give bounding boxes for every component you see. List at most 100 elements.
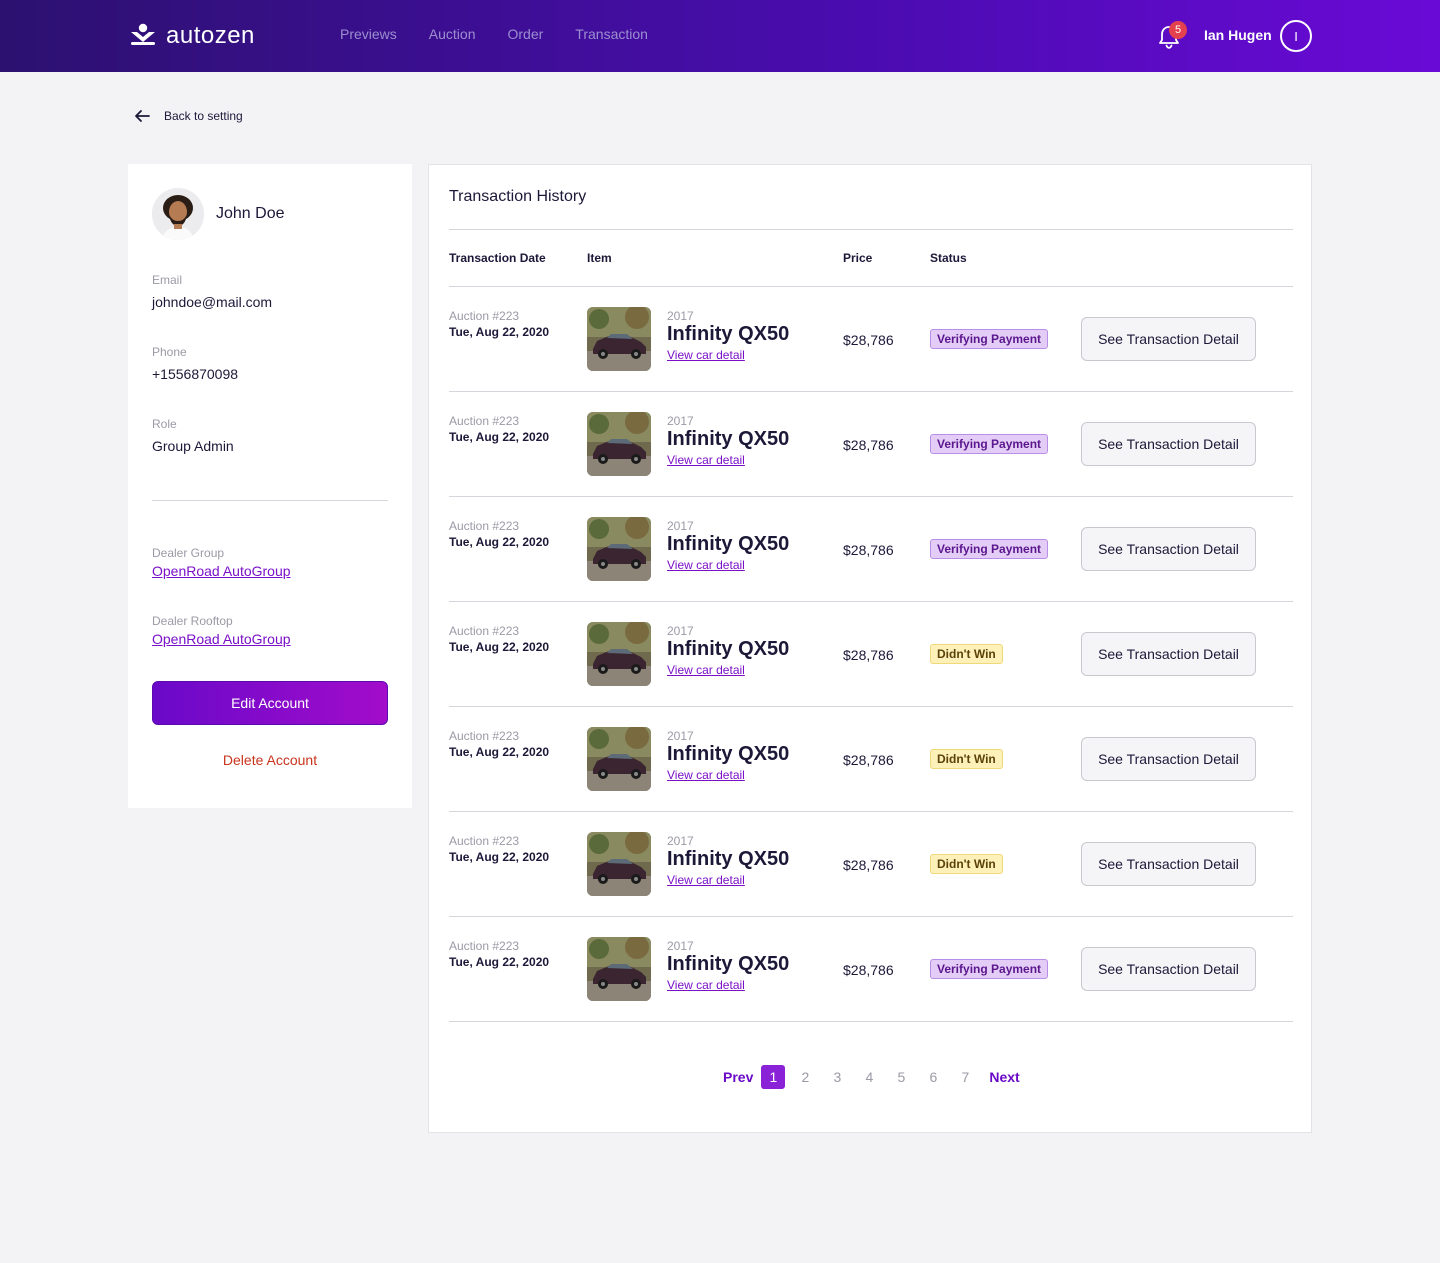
profile-card: John Doe Email johndoe@mail.com Phone +1… xyxy=(128,164,412,808)
see-transaction-detail-button[interactable]: See Transaction Detail xyxy=(1081,947,1256,991)
dealer-rooftop-link[interactable]: OpenRoad AutoGroup xyxy=(152,631,291,647)
car-thumbnail[interactable] xyxy=(587,937,651,1001)
phone-label: Phone xyxy=(152,345,187,359)
see-transaction-detail-button[interactable]: See Transaction Detail xyxy=(1081,422,1256,466)
nav-transaction[interactable]: Transaction xyxy=(575,26,648,42)
transaction-date: Tue, Aug 22, 2020 xyxy=(449,430,550,444)
car-thumbnail[interactable] xyxy=(587,727,651,791)
car-thumbnail-image xyxy=(587,517,651,581)
table-row: Auction #223 Tue, Aug 22, 2020 2017 Infi… xyxy=(449,392,1293,497)
auction-number: Auction #223 xyxy=(449,729,520,743)
profile-avatar xyxy=(152,188,204,240)
car-model: Infinity QX50 xyxy=(667,743,790,765)
autozen-logo-icon xyxy=(131,23,155,45)
status-badge: Verifying Payment xyxy=(930,329,1049,349)
user-avatar[interactable]: I xyxy=(1280,20,1312,52)
car-year: 2017 xyxy=(667,834,694,848)
car-thumbnail[interactable] xyxy=(587,412,651,476)
view-car-detail-link[interactable]: View car detail xyxy=(667,348,745,362)
view-car-detail-link[interactable]: View car detail xyxy=(667,663,745,677)
dealer-group-label: Dealer Group xyxy=(152,546,225,560)
arrow-left-icon xyxy=(135,110,150,122)
pagination-page-4[interactable]: 4 xyxy=(857,1065,881,1089)
pagination-prev[interactable]: Prev xyxy=(723,1069,753,1085)
price: $28,786 xyxy=(843,752,894,768)
auction-number: Auction #223 xyxy=(449,309,520,323)
transaction-history-card: Transaction History Transaction Date Ite… xyxy=(428,164,1312,1133)
brand-logo[interactable]: autozen xyxy=(128,22,255,50)
delete-account-button[interactable]: Delete Account xyxy=(152,752,388,768)
status-badge: Didn't Win xyxy=(930,749,1003,769)
dealer-rooftop-label: Dealer Rooftop xyxy=(152,614,233,628)
see-transaction-detail-button[interactable]: See Transaction Detail xyxy=(1081,632,1256,676)
auction-number: Auction #223 xyxy=(449,414,520,428)
car-thumbnail-image xyxy=(587,937,651,1001)
status-badge: Verifying Payment xyxy=(930,959,1049,979)
price: $28,786 xyxy=(843,647,894,663)
user-name[interactable]: Ian Hugen xyxy=(1204,27,1272,43)
transaction-date: Tue, Aug 22, 2020 xyxy=(449,325,550,339)
car-thumbnail-image xyxy=(587,622,651,686)
view-car-detail-link[interactable]: View car detail xyxy=(667,558,745,572)
column-header-price: Price xyxy=(843,251,873,265)
top-navigation-bar: autozen Previews Auction Order Transacti… xyxy=(0,0,1440,72)
phone-value: +1556870098 xyxy=(152,366,239,382)
see-transaction-detail-button[interactable]: See Transaction Detail xyxy=(1081,842,1256,886)
pagination-page-6[interactable]: 6 xyxy=(921,1065,945,1089)
dealer-group-link[interactable]: OpenRoad AutoGroup xyxy=(152,563,291,579)
car-thumbnail[interactable] xyxy=(587,307,651,371)
transaction-date: Tue, Aug 22, 2020 xyxy=(449,745,550,759)
pagination-page-5[interactable]: 5 xyxy=(889,1065,913,1089)
column-header-item: Item xyxy=(587,251,612,265)
nav-order[interactable]: Order xyxy=(508,26,544,42)
pagination-next[interactable]: Next xyxy=(989,1069,1019,1085)
pagination-page-7[interactable]: 7 xyxy=(953,1065,977,1089)
car-thumbnail[interactable] xyxy=(587,517,651,581)
transaction-history-title: Transaction History xyxy=(449,188,587,205)
title-divider xyxy=(449,229,1293,230)
table-row: Auction #223 Tue, Aug 22, 2020 2017 Infi… xyxy=(449,812,1293,917)
car-model: Infinity QX50 xyxy=(667,638,790,660)
view-car-detail-link[interactable]: View car detail xyxy=(667,453,745,467)
car-thumbnail-image xyxy=(587,307,651,371)
price: $28,786 xyxy=(843,542,894,558)
role-value: Group Admin xyxy=(152,438,234,454)
email-label: Email xyxy=(152,273,183,287)
back-to-setting-link[interactable]: Back to setting xyxy=(134,108,243,124)
nav-auction[interactable]: Auction xyxy=(429,26,476,42)
car-thumbnail-image xyxy=(587,832,651,896)
profile-name: John Doe xyxy=(216,205,285,222)
auction-number: Auction #223 xyxy=(449,834,520,848)
status-badge: Verifying Payment xyxy=(930,434,1049,454)
edit-account-button[interactable]: Edit Account xyxy=(152,681,388,725)
view-car-detail-link[interactable]: View car detail xyxy=(667,978,745,992)
car-year: 2017 xyxy=(667,939,694,953)
view-car-detail-link[interactable]: View car detail xyxy=(667,768,745,782)
car-model: Infinity QX50 xyxy=(667,533,790,555)
auction-number: Auction #223 xyxy=(449,939,520,953)
car-thumbnail[interactable] xyxy=(587,622,651,686)
transaction-date: Tue, Aug 22, 2020 xyxy=(449,850,550,864)
car-year: 2017 xyxy=(667,519,694,533)
pagination-page-1[interactable]: 1 xyxy=(761,1065,786,1089)
see-transaction-detail-button[interactable]: See Transaction Detail xyxy=(1081,317,1256,361)
see-transaction-detail-button[interactable]: See Transaction Detail xyxy=(1081,737,1256,781)
see-transaction-detail-button[interactable]: See Transaction Detail xyxy=(1081,527,1256,571)
price: $28,786 xyxy=(843,332,894,348)
car-thumbnail-image xyxy=(587,727,651,791)
car-model: Infinity QX50 xyxy=(667,323,790,345)
car-year: 2017 xyxy=(667,309,694,323)
column-header-status: Status xyxy=(930,251,967,265)
pagination-page-2[interactable]: 2 xyxy=(793,1065,817,1089)
transaction-date: Tue, Aug 22, 2020 xyxy=(449,640,550,654)
car-thumbnail[interactable] xyxy=(587,832,651,896)
table-row: Auction #223 Tue, Aug 22, 2020 2017 Infi… xyxy=(449,917,1293,1022)
profile-divider xyxy=(152,500,388,501)
brand-name: autozen xyxy=(166,22,255,49)
view-car-detail-link[interactable]: View car detail xyxy=(667,873,745,887)
status-badge: Didn't Win xyxy=(930,644,1003,664)
pagination-page-3[interactable]: 3 xyxy=(825,1065,849,1089)
nav-previews[interactable]: Previews xyxy=(340,26,397,42)
table-row: Auction #223 Tue, Aug 22, 2020 2017 Infi… xyxy=(449,707,1293,812)
transaction-date: Tue, Aug 22, 2020 xyxy=(449,535,550,549)
